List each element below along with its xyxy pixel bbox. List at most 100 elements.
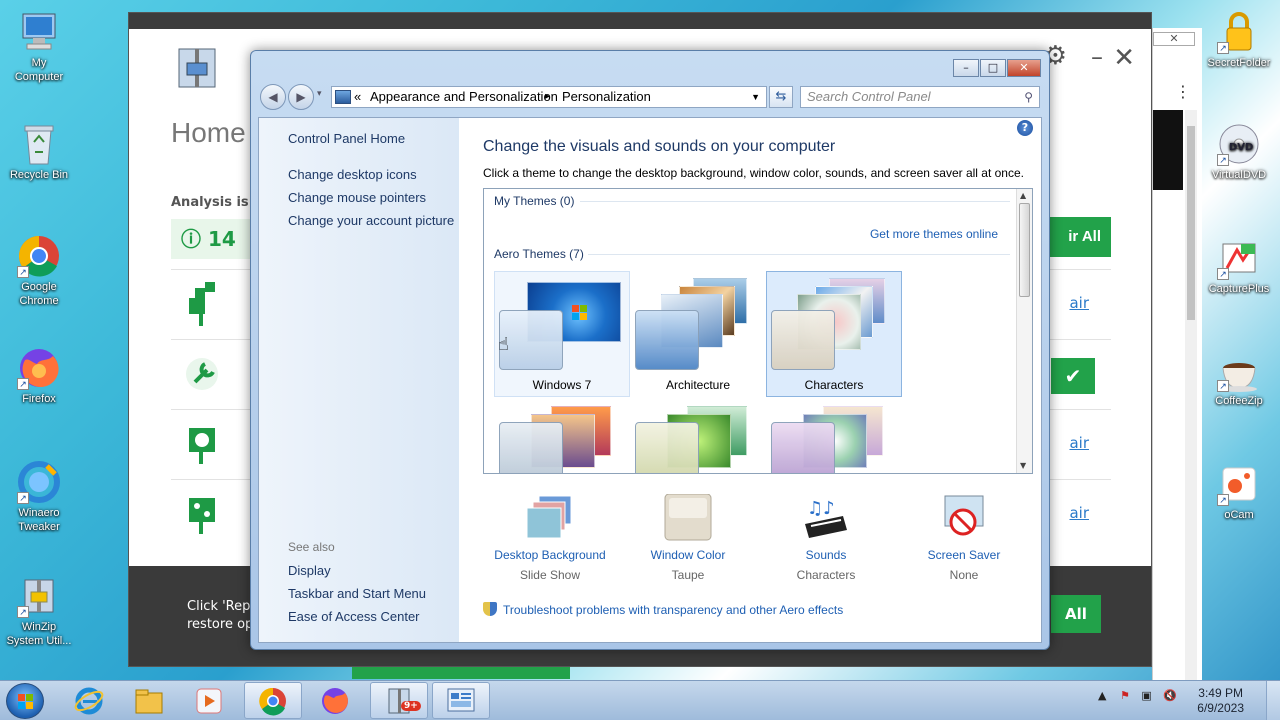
- taskbar-google-chrome[interactable]: [244, 682, 302, 719]
- winaero-tweaker-icon: ↗: [17, 460, 61, 504]
- shortcut-arrow-icon: ↗: [1217, 494, 1229, 506]
- volume-muted-icon[interactable]: 🔇: [1163, 689, 1177, 702]
- scroll-down-icon[interactable]: ▼: [1020, 461, 1026, 470]
- show-desktop-button[interactable]: [1266, 681, 1280, 720]
- wrench-icon: [185, 352, 219, 398]
- background-browser-window: ✕ ⋮: [1152, 28, 1202, 690]
- sounds-link[interactable]: Sounds: [761, 548, 891, 562]
- winzip-close-button[interactable]: ✕: [1113, 43, 1135, 73]
- capture-plus-icon: ↗: [1217, 236, 1261, 280]
- taskbar-winzip[interactable]: 9+: [370, 682, 428, 719]
- breadcrumb-appearance[interactable]: Appearance and Personalization: [370, 87, 558, 107]
- theme-list[interactable]: My Themes (0) Get more themes online Aer…: [483, 188, 1033, 474]
- window-color-link[interactable]: Window Color: [623, 548, 753, 562]
- taskbar-internet-explorer[interactable]: [60, 682, 118, 719]
- window-color-swatch: [771, 310, 835, 370]
- svg-text:DVD: DVD: [1229, 142, 1253, 153]
- search-icon[interactable]: ⚲: [1024, 87, 1033, 107]
- desktop-icon-secret-folder[interactable]: ↗ SecretFolder: [1200, 10, 1278, 70]
- desktop-icon-virtual-dvd[interactable]: DVD ↗ VirtualDVD: [1200, 122, 1278, 182]
- theme-list-scrollbar-thumb[interactable]: [1019, 203, 1030, 297]
- network-icon[interactable]: ▣: [1141, 689, 1151, 702]
- theme-architecture[interactable]: Architecture: [630, 271, 766, 397]
- desktop-background-link[interactable]: Desktop Background: [485, 548, 615, 562]
- taskbar-start-menu-link[interactable]: Taskbar and Start Menu: [288, 586, 426, 601]
- browser-close-button[interactable]: ✕: [1153, 32, 1195, 46]
- taskbar-clock[interactable]: 3:49 PM 6/9/2023: [1197, 686, 1244, 716]
- desktop-icon-capture-plus[interactable]: ↗ CapturePlus: [1200, 236, 1278, 296]
- address-chevrons[interactable]: «: [354, 87, 361, 107]
- taskbar-media-player[interactable]: [180, 682, 238, 719]
- search-input[interactable]: Search Control Panel ⚲: [800, 86, 1040, 108]
- desktop-icon-ocam[interactable]: ↗ oCam: [1200, 462, 1278, 522]
- desktop-icon-winaero-tweaker[interactable]: ↗ Winaero Tweaker: [0, 460, 78, 534]
- svg-text:♫♪: ♫♪: [807, 498, 835, 519]
- scroll-up-icon[interactable]: ▲: [1020, 191, 1026, 200]
- troubleshoot-label: Troubleshoot problems with transparency …: [503, 603, 844, 617]
- repair-link[interactable]: air: [1069, 434, 1089, 452]
- browser-scrollbar-thumb[interactable]: [1187, 126, 1195, 320]
- taskbar-control-panel[interactable]: [432, 682, 490, 719]
- fixed-check-button[interactable]: ✔: [1051, 358, 1095, 394]
- start-button[interactable]: [6, 683, 44, 719]
- breadcrumb-separator-icon[interactable]: ▸: [545, 87, 550, 107]
- close-button[interactable]: ✕: [1007, 59, 1041, 77]
- winzip-home-title: Home: [171, 117, 246, 148]
- display-link[interactable]: Display: [288, 563, 331, 578]
- change-account-picture-link[interactable]: Change your account picture: [288, 213, 454, 228]
- my-themes-heading: My Themes (0): [494, 194, 575, 208]
- hand-cursor-icon: ☝: [498, 334, 509, 355]
- help-icon[interactable]: ?: [1017, 120, 1033, 136]
- refresh-button[interactable]: ⇆: [769, 86, 793, 108]
- desktop-icon-my-computer[interactable]: My Computer: [0, 10, 78, 84]
- theme-scenes[interactable]: [766, 401, 902, 473]
- desktop-icon-firefox[interactable]: ↗ Firefox: [0, 346, 78, 406]
- desktop-icon-coffee-zip[interactable]: ↗ CoffeeZip: [1200, 348, 1278, 408]
- control-panel-home-link[interactable]: Control Panel Home: [288, 131, 405, 146]
- change-desktop-icons-link[interactable]: Change desktop icons: [288, 167, 417, 182]
- ease-of-access-link[interactable]: Ease of Access Center: [288, 609, 420, 624]
- desktop-icon-google-chrome[interactable]: ↗ Google Chrome: [0, 234, 78, 308]
- desktop-background-setting[interactable]: Desktop Background Slide Show: [485, 494, 615, 582]
- theme-list-scrollbar[interactable]: ▲ ▼: [1016, 189, 1032, 473]
- ocam-icon: ↗: [1217, 462, 1261, 506]
- screen-saver-link[interactable]: Screen Saver: [899, 548, 1029, 562]
- action-center-icon[interactable]: ⚑: [1120, 689, 1130, 702]
- theme-nature[interactable]: [630, 401, 766, 473]
- taskbar-firefox[interactable]: [306, 682, 364, 719]
- address-dropdown-icon[interactable]: ▼: [751, 87, 760, 107]
- theme-windows-7[interactable]: Windows 7: [494, 271, 630, 397]
- coffee-cup-icon: ↗: [1217, 348, 1261, 392]
- window-color-setting[interactable]: Window Color Taupe: [623, 493, 753, 582]
- show-hidden-icons-icon[interactable]: ▲: [1098, 689, 1106, 702]
- theme-landscapes[interactable]: [494, 401, 630, 473]
- firefox-icon: [322, 687, 348, 714]
- browser-menu-icon[interactable]: ⋮: [1175, 82, 1191, 101]
- sounds-setting[interactable]: ♫♪ Sounds Characters: [761, 494, 891, 582]
- shield-icon: [483, 602, 497, 616]
- minimize-button[interactable]: –: [953, 59, 979, 77]
- troubleshoot-aero-link[interactable]: Troubleshoot problems with transparency …: [483, 602, 843, 617]
- winzip-minimize-button[interactable]: –: [1091, 43, 1103, 71]
- back-button[interactable]: ◀: [260, 84, 286, 110]
- recent-pages-dropdown-icon[interactable]: ▾: [317, 89, 322, 99]
- forward-button[interactable]: ▶: [288, 84, 314, 110]
- desktop-icon-winzip-system-utilities[interactable]: ↗ WinZip System Util...: [0, 574, 78, 648]
- disk-icon: [185, 422, 219, 468]
- desktop-icon-recycle-bin[interactable]: Recycle Bin: [0, 122, 78, 182]
- breadcrumb-personalization[interactable]: Personalization: [562, 87, 651, 107]
- get-more-themes-link[interactable]: Get more themes online: [870, 227, 998, 241]
- maximize-button[interactable]: □: [980, 59, 1006, 77]
- winzip-partial-button[interactable]: [352, 667, 570, 679]
- repair-link[interactable]: air: [1069, 504, 1089, 522]
- change-mouse-pointers-link[interactable]: Change mouse pointers: [288, 190, 426, 205]
- repair-all-button[interactable]: ir All: [1047, 217, 1111, 257]
- screen-saver-setting[interactable]: Screen Saver None: [899, 494, 1029, 582]
- taskbar-file-explorer[interactable]: [120, 682, 178, 719]
- desktop-icon-label: oCam: [1224, 509, 1254, 521]
- personalization-window: – □ ✕ ◀ ▶ ▾ « Appearance and Personaliza…: [250, 50, 1050, 650]
- repair-link[interactable]: air: [1069, 294, 1089, 312]
- winzip-footer-repair-all-button[interactable]: All: [1051, 595, 1101, 633]
- address-bar[interactable]: « Appearance and Personalization ▸ Perso…: [331, 86, 767, 108]
- theme-characters[interactable]: Characters: [766, 271, 902, 397]
